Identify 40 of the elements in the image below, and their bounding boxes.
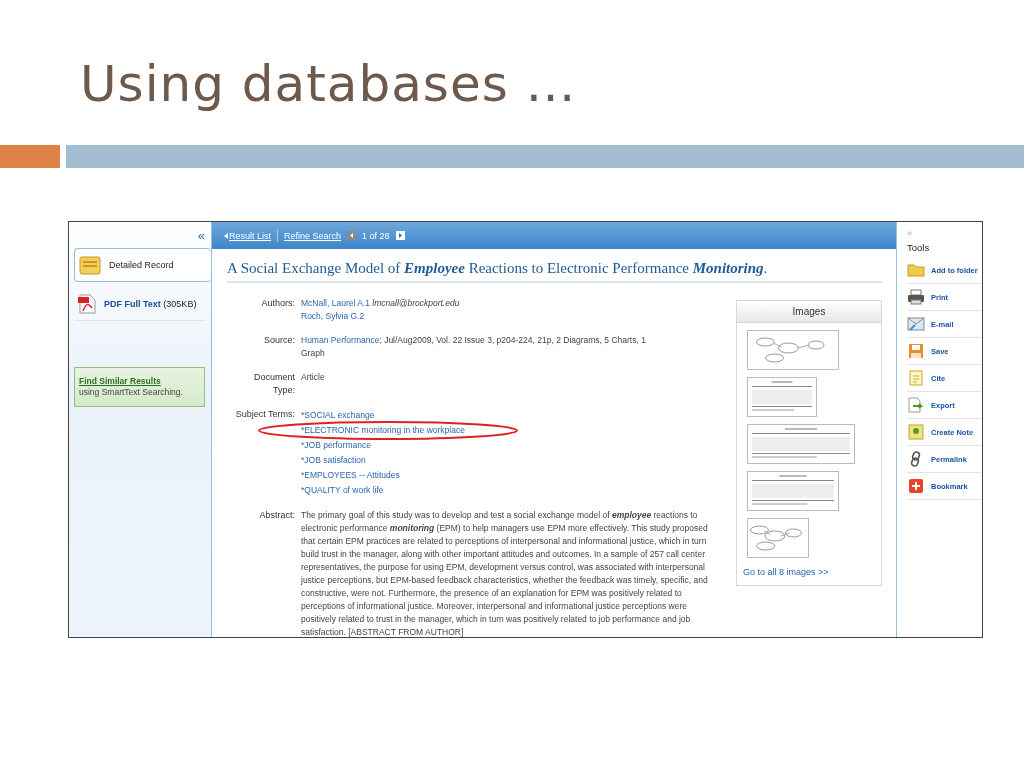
all-images-link[interactable]: Go to all 8 images >> (737, 558, 881, 579)
previous-button[interactable] (347, 231, 357, 240)
field-label: Source: (262, 334, 295, 347)
author-email: lmcnall@brockport.edu (372, 298, 460, 308)
envelope-icon (907, 316, 925, 332)
document-icon (907, 370, 925, 386)
similar-results-note: using SmartText Searching. (79, 387, 183, 397)
field-value: Article (301, 371, 326, 384)
images-heading: Images (737, 301, 881, 323)
subject-term-link[interactable]: *JOB satisfaction (301, 453, 366, 468)
field-label: Abstract: (258, 509, 295, 522)
author-link[interactable]: McNall, Laurel A.1 (301, 298, 370, 308)
slide-title: Using databases … (80, 54, 578, 115)
triangle-icon (224, 232, 228, 239)
folder-icon (79, 255, 101, 275)
printer-icon (907, 289, 925, 305)
subject-term-link[interactable]: *JOB performance (301, 438, 371, 453)
export-arrow-icon (907, 397, 925, 413)
abstract-text: The primary goal of this study was to develop and test a social exchange model of employee reactions to electronic performance monitoring (EPM) to help managers use EPM more effectively. This study proposed that certain EPM practices are related to perceptions of interpersonal and informational justice, which in turn build trust in the manager, along with other important attitudes and outcomes. In a sample of 257 call center representatives, the purpose for using EPM, development versus control, was associated with interpersonal justice perceptions, but EPM-based feedback characteristics, whether the feedback was timely, specific, and constructive, were not. Furthermore, the presence of an explanation for EPM was positively related to perceptions of informational justice. Moreover, interpersonal and informational justice perceptions were positively related to trust in the manager, which in turn was positively related to job performance and job satisfaction. [ABSTRACT FROM AUTHOR] (301, 509, 709, 637)
sidebar-item[interactable]: PDF Full Text (305KB) (74, 288, 205, 321)
pdf-icon (78, 294, 96, 314)
field-label: Document Type: (252, 371, 295, 397)
record-title: A Social Exchange Model of Employee Reactions to Electronic Performance Monitoring. (227, 259, 882, 283)
next-button[interactable] (395, 231, 405, 240)
author-link[interactable]: Roch, Sylvia G.2 (301, 311, 365, 321)
accent-bar (0, 145, 60, 168)
similar-results-link[interactable]: Find Similar Results (79, 376, 200, 387)
field-label: Subject Terms: (234, 408, 295, 421)
subject-term-link[interactable]: *QUALITY of work life (301, 483, 384, 498)
subject-term-link[interactable]: *EMPLOYEES -- Attitudes (301, 468, 400, 483)
folder-icon (907, 263, 925, 277)
source-text: Human Performance; Jul/Aug2009, Vol. 22 Issue 3, p204-224, 21p, 2 Diagrams, 5 Charts, 1 Graph (301, 334, 647, 360)
plus-icon (907, 478, 925, 494)
tools-heading: Tools (907, 242, 931, 253)
sidebar-item[interactable]: Detailed Record (74, 248, 211, 282)
field-label: Authors: (260, 297, 295, 310)
collapse-button[interactable]: « (74, 230, 205, 242)
note-icon (907, 424, 925, 440)
subject-term-link[interactable]: *SOCIAL exchange (301, 408, 375, 423)
record-position: 1 of 28 (362, 230, 390, 241)
